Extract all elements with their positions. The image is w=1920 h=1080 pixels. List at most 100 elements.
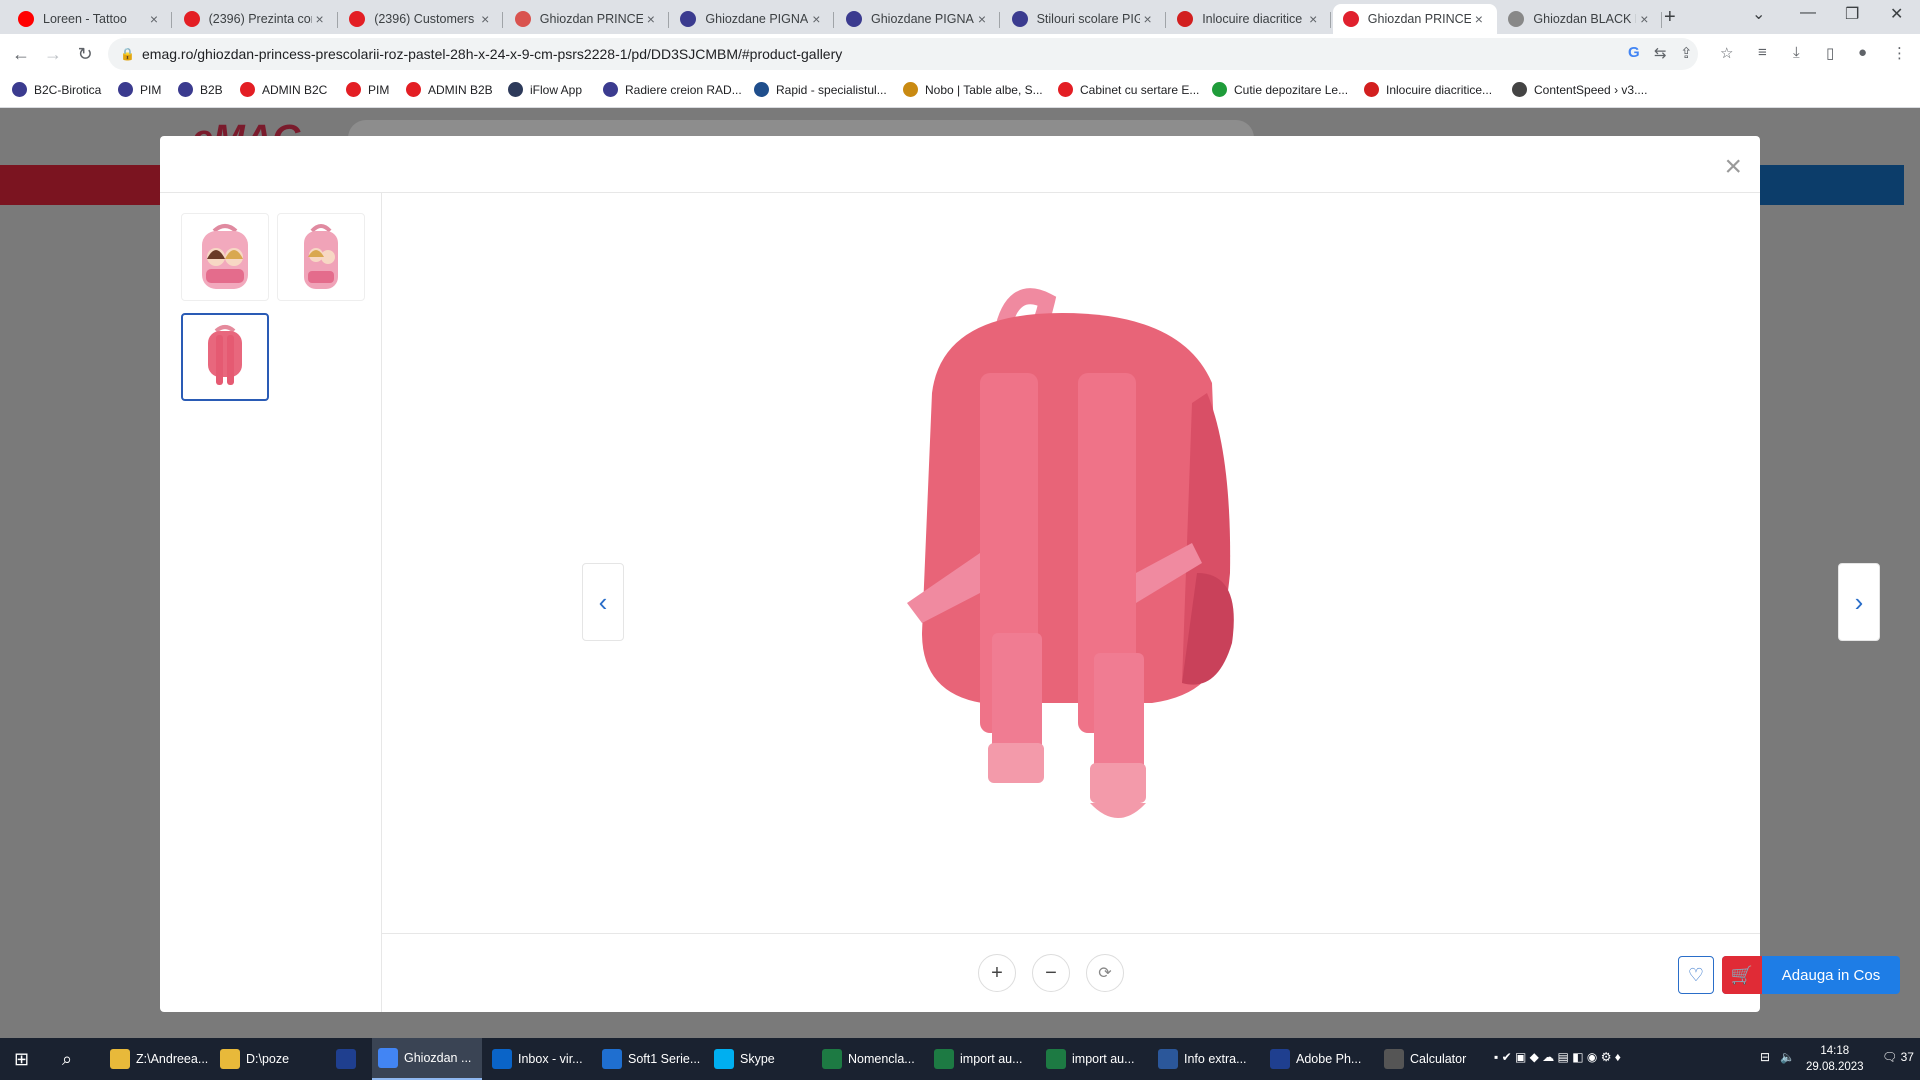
close-tab-icon[interactable]: × <box>312 11 328 27</box>
bookmark-item[interactable]: ContentSpeed › v3.... <box>1512 82 1647 97</box>
bookmark-item[interactable]: Cabinet cu sertare E... <box>1058 82 1199 97</box>
minimize-button[interactable]: — <box>1800 4 1816 22</box>
bookmark-item[interactable]: iFlow App <box>508 82 582 97</box>
bookmark-item[interactable]: Cutie depozitare Le... <box>1212 82 1348 97</box>
network-icon[interactable]: ⊟ <box>1760 1050 1770 1064</box>
add-to-cart-button[interactable]: 🛒 Adauga in Cos <box>1722 956 1900 994</box>
close-tab-icon[interactable]: × <box>643 11 659 27</box>
backpack-front-thumb-icon <box>202 224 248 289</box>
close-tab-icon[interactable]: × <box>1471 11 1487 27</box>
notifications-icon[interactable]: 🗨 37 <box>1882 1050 1914 1064</box>
search-icon[interactable]: ⌕ <box>62 1038 72 1080</box>
close-window-button[interactable]: ✕ <box>1890 4 1903 24</box>
previous-image-button[interactable]: ‹ <box>582 563 624 641</box>
close-tab-icon[interactable]: × <box>1305 11 1321 27</box>
close-tab-icon[interactable]: × <box>1636 11 1652 27</box>
next-image-button[interactable]: › <box>1838 563 1880 641</box>
bookmark-label: Rapid - specialistul... <box>776 82 887 97</box>
thumbnail-back[interactable] <box>181 313 269 401</box>
browser-tab[interactable]: Ghiozdane PIGNA × <box>836 4 1000 34</box>
image-viewer: ‹ › <box>382 193 1880 877</box>
bookmark-item[interactable]: ADMIN B2C <box>240 82 327 97</box>
bookmark-item[interactable]: PIM <box>346 82 389 97</box>
browser-tab[interactable]: Loreen - Tattoo × <box>8 4 172 34</box>
browser-tab[interactable]: (2396) Customers F × <box>339 4 504 34</box>
reload-icon[interactable]: ↻ <box>73 42 97 66</box>
share-icon[interactable]: ⇪ <box>1680 44 1693 62</box>
forward-icon[interactable]: → <box>41 42 65 66</box>
google-icon[interactable]: G <box>1628 44 1640 61</box>
address-bar[interactable]: 🔒 emag.ro/ghiozdan-princess-prescolarii-… <box>108 38 1698 70</box>
browser-tab[interactable]: Ghiozdane PIGNA × <box>670 4 835 34</box>
translate-icon[interactable]: ⇆ <box>1654 44 1667 62</box>
system-clock[interactable]: 14:18 29.08.2023 <box>1806 1043 1864 1075</box>
reset-zoom-button[interactable]: ⟳ <box>1086 954 1124 992</box>
browser-tab[interactable]: Ghiozdan PRINCES × <box>1332 4 1497 34</box>
taskbar-app[interactable]: import au... <box>928 1038 1036 1080</box>
close-icon[interactable]: × <box>1724 150 1742 184</box>
bookmark-item[interactable]: ADMIN B2B <box>406 82 493 97</box>
close-tab-icon[interactable]: × <box>808 11 824 27</box>
bookmark-item[interactable]: Rapid - specialistul... <box>754 82 887 97</box>
thumbnail-panel <box>160 193 382 1012</box>
bookmark-label: ADMIN B2B <box>428 82 493 97</box>
profile-icon[interactable]: ● <box>1858 44 1867 61</box>
browser-tab[interactable]: Inlocuire diacritice × <box>1167 4 1332 34</box>
taskbar-app[interactable]: Ghiozdan ... <box>372 1038 482 1080</box>
tab-title: (2396) Prezinta con <box>208 12 312 26</box>
favorite-button[interactable]: ♡ <box>1678 956 1714 994</box>
bookmark-item[interactable]: Nobo | Table albe, S... <box>903 82 1043 97</box>
lock-icon[interactable]: 🔒 <box>120 47 135 61</box>
tab-search-icon[interactable]: ⌄ <box>1752 4 1765 24</box>
admin-icon <box>846 11 862 27</box>
media-control-icon[interactable]: ≡ <box>1758 44 1767 61</box>
browser-tab[interactable]: (2396) Prezinta con × <box>174 4 338 34</box>
close-tab-icon[interactable]: × <box>974 11 990 27</box>
bookmark-favicon-icon <box>603 82 618 97</box>
taskbar-app[interactable]: Skype <box>708 1038 812 1080</box>
bookmark-item[interactable]: PIM <box>118 82 161 97</box>
bookmark-item[interactable]: B2B <box>178 82 223 97</box>
taskbar-app[interactable]: Inbox - vir... <box>486 1038 592 1080</box>
thumbnail-side[interactable] <box>277 213 365 301</box>
tab-title: Ghiozdan PRINCES <box>539 12 643 26</box>
taskbar-app[interactable]: Adobe Ph... <box>1264 1038 1374 1080</box>
bookmark-star-icon[interactable]: ☆ <box>1720 44 1733 62</box>
bookmark-favicon-icon <box>754 82 769 97</box>
thumbnail-front[interactable] <box>181 213 269 301</box>
menu-icon[interactable]: ⋮ <box>1892 44 1907 62</box>
new-tab-button[interactable]: + <box>1664 6 1676 29</box>
taskbar-app[interactable]: Calculator <box>1378 1038 1482 1080</box>
taskbar-app[interactable]: Z:\Andreea... <box>104 1038 210 1080</box>
bookmark-label: B2C-Birotica <box>34 82 102 97</box>
close-tab-icon[interactable]: × <box>477 11 493 27</box>
close-tab-icon[interactable]: × <box>1140 11 1156 27</box>
taskbar-app[interactable]: D:\poze <box>214 1038 326 1080</box>
download-icon[interactable]: ⤓ <box>1793 44 1800 61</box>
close-tab-icon[interactable]: × <box>146 11 162 27</box>
taskbar-app[interactable]: Info extra... <box>1152 1038 1260 1080</box>
bookmarks-bar: B2C-Birotica PIM B2B ADMIN B2C PIM ADMIN B2B i… <box>0 74 1920 108</box>
browser-tab[interactable]: Ghiozdan PRINCES × <box>505 4 669 34</box>
zoom-out-button[interactable]: − <box>1032 954 1070 992</box>
maximize-button[interactable]: ❐ <box>1845 4 1859 24</box>
url-text[interactable]: emag.ro/ghiozdan-princess-prescolarii-ro… <box>142 46 842 62</box>
side-panel-icon[interactable]: ▯ <box>1826 44 1834 62</box>
browser-tab[interactable]: Ghiozdan BLACK R × <box>1498 4 1663 34</box>
taskbar-app[interactable]: Nomencla... <box>816 1038 924 1080</box>
outlook-icon <box>492 1049 512 1069</box>
bookmark-item[interactable]: Radiere creion RAD... <box>603 82 742 97</box>
zoom-in-button[interactable]: + <box>978 954 1016 992</box>
bookmark-item[interactable]: Inlocuire diacritice... <box>1364 82 1492 97</box>
system-tray-icons[interactable]: ▪ ✔ ▣ ◆ ☁ ▤ ◧ ◉ ⚙ ♦ <box>1494 1050 1621 1064</box>
start-icon[interactable]: ⊞ <box>14 1038 29 1080</box>
back-icon[interactable]: ← <box>9 42 33 66</box>
taskbar-app[interactable]: Soft1 Serie... <box>596 1038 704 1080</box>
taskbar-app[interactable]: import au... <box>1040 1038 1148 1080</box>
bookmark-item[interactable]: B2C-Birotica <box>12 82 101 97</box>
taskbar-app[interactable] <box>330 1038 366 1080</box>
volume-icon[interactable]: 🔈 <box>1780 1050 1795 1064</box>
browser-tab[interactable]: Stilouri scolare PIG × <box>1002 4 1166 34</box>
youtube-icon <box>18 11 34 27</box>
globe-icon <box>1508 11 1525 27</box>
